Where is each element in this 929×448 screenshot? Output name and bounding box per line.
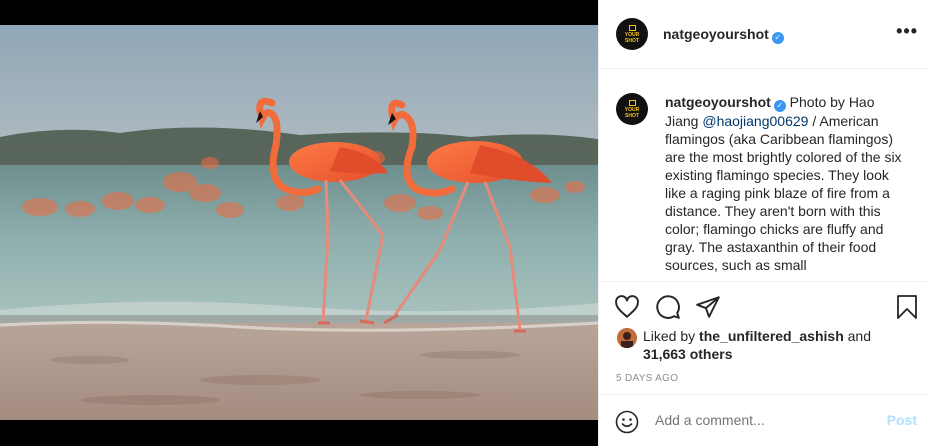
liker-avatar[interactable] xyxy=(617,328,637,348)
post-timestamp[interactable]: 5 DAYS AGO xyxy=(616,373,678,384)
mention-link[interactable]: @haojiang00629 xyxy=(702,113,808,129)
smiley-icon[interactable] xyxy=(615,410,639,434)
paper-plane-icon[interactable] xyxy=(695,294,721,320)
avatar-label: YOUR SHOT xyxy=(624,31,640,44)
nat-geo-logo-icon xyxy=(628,24,636,31)
verified-badge-icon: ✓ xyxy=(771,32,784,44)
post-actions: Liked by the_unfiltered_ashish and 31,66… xyxy=(599,281,929,447)
likes-count-link[interactable]: 31,663 others xyxy=(643,346,733,362)
caption-username-link[interactable]: natgeoyourshot xyxy=(665,94,771,110)
likes-and: and xyxy=(843,328,871,344)
avatar-label: YOUR SHOT xyxy=(624,106,640,119)
post-details-panel: YOUR SHOT natgeoyourshot ✓ ••• YOUR SHOT … xyxy=(598,0,929,446)
avatar[interactable]: YOUR SHOT xyxy=(616,18,648,50)
post-header: YOUR SHOT natgeoyourshot ✓ ••• xyxy=(599,0,929,69)
verified-badge-icon: ✓ xyxy=(773,100,786,112)
header-user: natgeoyourshot ✓ xyxy=(663,26,784,44)
liker-username-link[interactable]: the_unfiltered_ashish xyxy=(699,328,844,344)
bookmark-icon[interactable] xyxy=(895,294,919,320)
post-comment-button[interactable]: Post xyxy=(887,412,917,428)
more-options-button[interactable]: ••• xyxy=(896,22,918,40)
avatar[interactable]: YOUR SHOT xyxy=(616,93,648,125)
caption-body-end: / American flamingos (aka Caribbean flam… xyxy=(665,113,902,273)
flamingo-photo[interactable] xyxy=(0,25,598,420)
comment-icon[interactable] xyxy=(655,294,681,320)
post-media[interactable] xyxy=(0,0,598,446)
comment-input[interactable] xyxy=(655,412,855,428)
likes-prefix: Liked by xyxy=(643,328,700,344)
caption-section[interactable]: YOUR SHOT natgeoyourshot ✓ Photo by Hao J… xyxy=(599,69,929,281)
heart-icon[interactable] xyxy=(614,294,640,320)
likes-text: Liked by the_unfiltered_ashish and 31,66… xyxy=(643,327,923,363)
comment-bar: Post xyxy=(599,394,929,448)
nat-geo-logo-icon xyxy=(628,99,636,106)
caption-text: natgeoyourshot ✓ Photo by Hao Jiang @haoj… xyxy=(665,93,911,274)
username-link[interactable]: natgeoyourshot xyxy=(663,26,769,42)
